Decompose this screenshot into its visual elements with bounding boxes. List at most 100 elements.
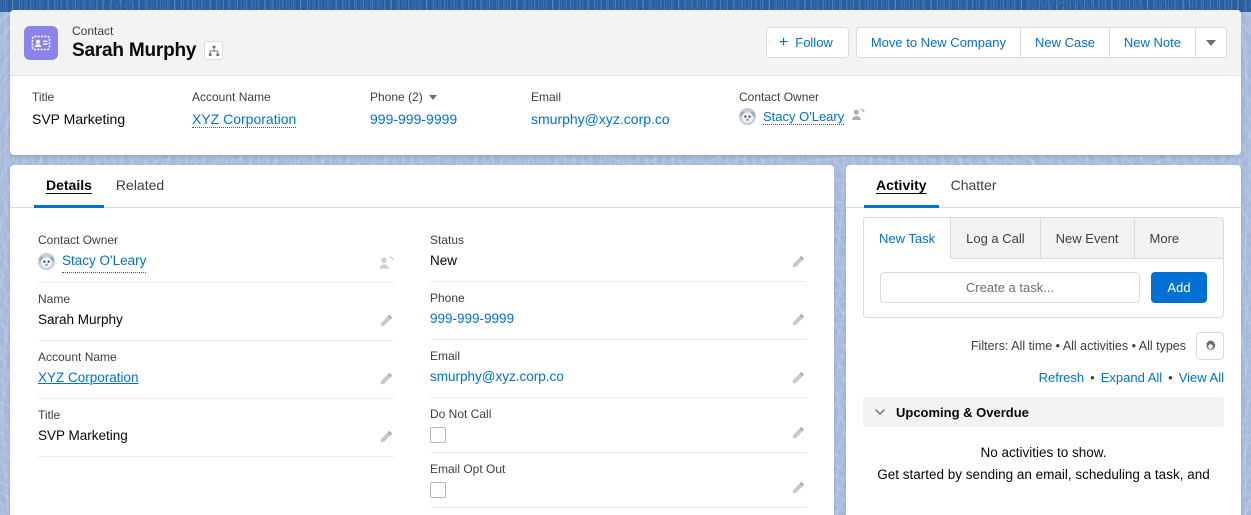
pencil-icon[interactable] [378, 313, 394, 329]
field-email-opt-out: Email Opt Out [430, 453, 806, 508]
tab-activity[interactable]: Activity [864, 165, 939, 208]
email-opt-out-checkbox[interactable] [430, 482, 446, 498]
details-right-column: Status New Phone 999-999-9999 Email smur… [422, 224, 834, 508]
details-left-column: Contact Owner Stacy O'Leary Name Sarah M… [10, 224, 422, 508]
details-card: Details Related Contact Owner Stacy O'Le… [10, 165, 834, 515]
subtab-new-task[interactable]: New Task [864, 218, 952, 259]
refresh-link[interactable]: Refresh [1039, 370, 1085, 385]
field-contact-owner: Contact Owner Stacy O'Leary [38, 224, 394, 283]
pencil-icon[interactable] [790, 480, 806, 496]
field-phone: Phone 999-999-9999 [430, 282, 806, 340]
object-type-label: Contact [72, 23, 114, 38]
chevron-down-icon [1206, 39, 1216, 46]
follow-button-label: Follow [795, 35, 833, 50]
field-status: Status New [430, 224, 806, 282]
field-email-opt-out-label: Email Opt Out [430, 462, 506, 476]
phone-link[interactable]: 999-999-9999 [430, 308, 514, 330]
account-name-link[interactable]: XYZ Corporation [38, 367, 139, 389]
contact-owner-link[interactable]: Stacy O'Leary [763, 109, 845, 125]
details-fields: Contact Owner Stacy O'Leary Name Sarah M… [10, 208, 834, 508]
email-link[interactable]: smurphy@xyz.corp.co [430, 366, 564, 388]
highlight-title-value: SVP Marketing [32, 111, 126, 127]
field-account-name: Account Name XYZ Corporation [38, 341, 394, 399]
contact-owner-link[interactable]: Stacy O'Leary [62, 250, 147, 273]
separator: • [1168, 370, 1173, 385]
field-account-name-label: Account Name [38, 350, 117, 364]
record-header-top: Contact Sarah Murphy + Follow Move to Ne… [10, 10, 1241, 76]
empty-state-line-1: No activities to show. [980, 445, 1107, 460]
page-title: Sarah Murphy [72, 39, 197, 61]
field-title: Title SVP Marketing [38, 399, 394, 457]
more-actions-button[interactable] [1195, 27, 1227, 58]
upcoming-overdue-section-header[interactable]: Upcoming & Overdue [863, 397, 1224, 427]
hierarchy-icon[interactable] [204, 41, 224, 60]
record-name-row: Sarah Murphy [72, 39, 224, 62]
gear-icon[interactable] [1196, 332, 1224, 360]
pencil-icon[interactable] [378, 429, 394, 445]
change-owner-icon[interactable] [378, 255, 394, 271]
activity-composer: New Task Log a Call New Event More Add [863, 217, 1224, 318]
avatar [739, 108, 756, 125]
activity-tabbar: Activity Chatter [846, 165, 1241, 208]
new-note-button[interactable]: New Note [1108, 27, 1195, 58]
action-button-group: Move to New Company New Case New Note [855, 27, 1227, 58]
subtab-more[interactable]: More [1135, 218, 1195, 258]
subtab-new-event[interactable]: New Event [1041, 218, 1135, 258]
highlight-title-label: Title [32, 90, 55, 104]
field-status-label: Status [430, 233, 465, 247]
chevron-down-icon[interactable] [428, 94, 437, 100]
separator: • [1090, 370, 1095, 385]
field-title-label: Title [38, 408, 61, 422]
subtab-log-a-call[interactable]: Log a Call [951, 218, 1041, 258]
highlight-account-name-label: Account Name [192, 90, 271, 104]
highlight-email: Email smurphy@xyz.corp.co [531, 89, 739, 130]
highlight-phone: Phone (2) 999-999-9999 [370, 89, 531, 130]
highlight-contact-owner: Contact Owner Stacy O'Leary [739, 89, 866, 130]
tab-chatter[interactable]: Chatter [939, 165, 1009, 208]
contact-card-icon [24, 25, 58, 60]
pencil-icon[interactable] [378, 371, 394, 387]
field-name: Name Sarah Murphy [38, 283, 394, 341]
pencil-icon[interactable] [790, 312, 806, 328]
phone-link[interactable]: 999-999-9999 [370, 111, 457, 127]
record-title-block: Contact Sarah Murphy [72, 23, 224, 62]
highlight-account-name: Account Name XYZ Corporation [192, 89, 370, 130]
account-name-link[interactable]: XYZ Corporation [192, 111, 297, 128]
activity-filters-text: Filters: All time • All activities • All… [970, 339, 1186, 353]
follow-button[interactable]: + Follow [765, 27, 849, 58]
pencil-icon[interactable] [790, 425, 806, 441]
activity-empty-state: No activities to show. Get started by se… [863, 442, 1224, 486]
highlight-contact-owner-label: Contact Owner [739, 90, 820, 104]
highlight-email-label: Email [531, 90, 562, 104]
plus-icon: + [778, 33, 789, 51]
field-do-not-call-label: Do Not Call [430, 407, 492, 421]
field-phone-label: Phone [430, 291, 465, 305]
record-actions: + Follow Move to New Company New Case Ne… [765, 27, 1227, 58]
details-tabbar: Details Related [10, 165, 834, 208]
field-name-label: Name [38, 292, 71, 306]
highlight-title: Title SVP Marketing [32, 89, 192, 130]
composer-subtabs: New Task Log a Call New Event More [864, 218, 1223, 259]
field-title-value: SVP Marketing [38, 428, 128, 443]
tab-details[interactable]: Details [34, 165, 104, 208]
new-case-button[interactable]: New Case [1019, 27, 1109, 58]
field-contact-owner-label: Contact Owner [38, 233, 119, 247]
view-all-link[interactable]: View All [1179, 370, 1224, 385]
email-link[interactable]: smurphy@xyz.corp.co [531, 111, 670, 127]
pencil-icon[interactable] [790, 370, 806, 386]
activity-body: New Task Log a Call New Event More Add F… [846, 208, 1241, 486]
pencil-icon[interactable] [790, 254, 806, 270]
change-owner-icon[interactable] [851, 108, 866, 125]
field-email-label: Email [430, 349, 461, 363]
do-not-call-checkbox[interactable] [430, 427, 446, 443]
move-to-new-company-button[interactable]: Move to New Company [855, 27, 1020, 58]
tab-related[interactable]: Related [104, 165, 176, 208]
expand-all-link[interactable]: Expand All [1101, 370, 1162, 385]
record-header-card: Contact Sarah Murphy + Follow Move to Ne… [10, 10, 1241, 155]
create-task-input[interactable] [880, 272, 1140, 303]
field-do-not-call: Do Not Call [430, 398, 806, 453]
field-status-value: New [430, 253, 458, 268]
highlight-phone-label: Phone (2) [370, 89, 531, 105]
add-task-button[interactable]: Add [1151, 272, 1207, 303]
avatar [38, 253, 55, 270]
